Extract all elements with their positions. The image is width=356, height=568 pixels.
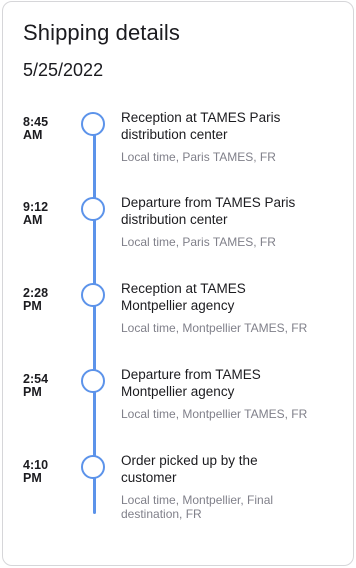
event-title-line: Order picked up by the — [121, 453, 258, 468]
event-time: 2:54 PM — [23, 373, 63, 399]
event-title: Departure from TAMES Montpellier agency — [121, 366, 349, 400]
event-title-line: customer — [121, 470, 177, 485]
event-time-period: PM — [23, 299, 42, 313]
shipping-timeline: 8:45 AM Reception at TAMES Paris distrib… — [3, 2, 353, 565]
event-time: 9:12 AM — [23, 201, 63, 227]
timeline-event: 2:28 PM Reception at TAMES Montpellier a… — [3, 281, 353, 365]
timeline-node-icon — [81, 283, 105, 307]
event-title-line: Reception at TAMES — [121, 281, 246, 296]
event-title: Reception at TAMES Montpellier agency — [121, 280, 349, 314]
event-location-line: Local time, Montpellier, Final — [121, 493, 274, 507]
event-location: Local time, Paris TAMES, FR — [121, 235, 276, 249]
timeline-node-icon — [81, 455, 105, 479]
event-title-line: Reception at TAMES Paris — [121, 110, 281, 125]
event-title: Order picked up by the customer — [121, 452, 349, 486]
event-location-line: destination, FR — [121, 507, 202, 521]
event-time: 2:28 PM — [23, 287, 63, 313]
event-title: Departure from TAMES Paris distribution … — [121, 194, 349, 228]
event-time-period: AM — [23, 213, 43, 227]
event-location: Local time, Paris TAMES, FR — [121, 150, 276, 164]
event-title-line: Departure from TAMES Paris — [121, 195, 296, 210]
event-title-line: Departure from TAMES — [121, 367, 261, 382]
event-title: Reception at TAMES Paris distribution ce… — [121, 109, 349, 143]
event-time: 8:45 AM — [23, 116, 63, 142]
event-location: Local time, Montpellier, Final destinati… — [121, 493, 345, 521]
event-title-line: Montpellier agency — [121, 384, 235, 399]
event-time-period: PM — [23, 385, 42, 399]
timeline-event: 2:54 PM Departure from TAMES Montpellier… — [3, 367, 353, 451]
event-title-line: Montpellier agency — [121, 298, 235, 313]
event-title-line: distribution center — [121, 212, 228, 227]
timeline-event: 9:12 AM Departure from TAMES Paris distr… — [3, 195, 353, 279]
event-location: Local time, Montpellier TAMES, FR — [121, 321, 308, 335]
timeline-node-icon — [81, 197, 105, 221]
event-time: 4:10 PM — [23, 459, 63, 485]
timeline-node-icon — [81, 112, 105, 136]
timeline-node-icon — [81, 369, 105, 393]
event-time-period: AM — [23, 128, 43, 142]
event-location: Local time, Montpellier TAMES, FR — [121, 407, 308, 421]
event-title-line: distribution center — [121, 127, 228, 142]
timeline-event: 4:10 PM Order picked up by the customer … — [3, 453, 353, 537]
event-time-period: PM — [23, 471, 42, 485]
shipping-details-panel: Shipping details 5/25/2022 8:45 AM Recep… — [2, 1, 354, 566]
timeline-event: 8:45 AM Reception at TAMES Paris distrib… — [3, 110, 353, 194]
